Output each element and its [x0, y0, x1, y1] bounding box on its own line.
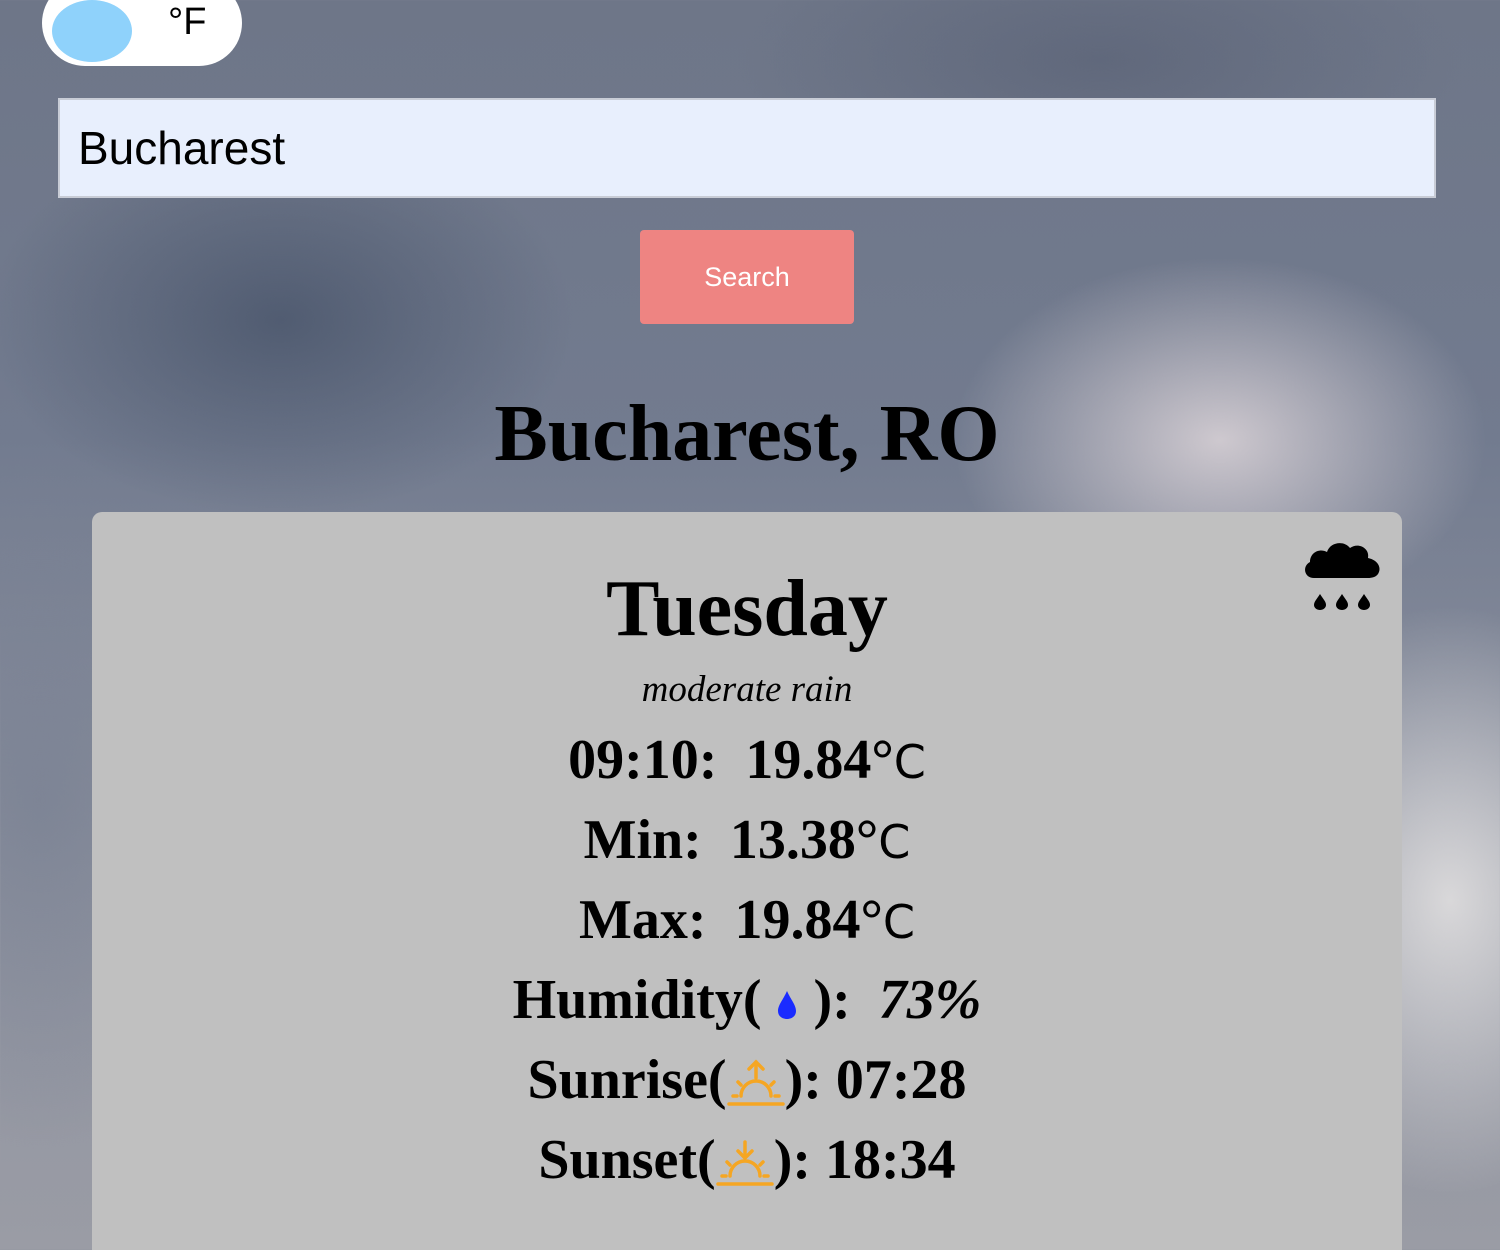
sunset-label-open: Sunset(: [538, 1129, 716, 1191]
humidity-value: 73%: [878, 969, 982, 1031]
humidity-label-close: ):: [813, 969, 851, 1031]
max-temp-unit: C: [882, 895, 916, 949]
location-title: Bucharest, RO: [494, 390, 1000, 478]
sunrise-row: Sunrise(): 07:28: [92, 1047, 1402, 1113]
toggle-knob[interactable]: [52, 0, 132, 62]
sunset-time: 18:34: [825, 1129, 956, 1191]
min-temp: 13.38°: [729, 809, 879, 871]
current-temp-unit: C: [893, 735, 926, 789]
weather-description: moderate rain: [641, 669, 853, 710]
humidity-label-open: Humidity(: [512, 969, 762, 1031]
unit-toggle-label: °F: [168, 1, 207, 43]
max-label: Max:: [578, 889, 707, 951]
day-name: Tuesday: [606, 565, 888, 653]
sunrise-label-close: ):: [784, 1049, 822, 1111]
max-temp-row: Max: 19.84°C: [92, 887, 1402, 955]
search-button[interactable]: Search: [640, 230, 854, 324]
sunset-label-close: ):: [773, 1129, 812, 1191]
sunrise-time: 07:28: [835, 1049, 967, 1111]
min-label: Min:: [583, 809, 702, 871]
min-temp-row: Min: 13.38°C: [92, 807, 1402, 875]
sunrise-icon: [726, 1059, 785, 1106]
max-temp: 19.84°: [734, 889, 883, 951]
current-time: 09:10:: [568, 729, 718, 791]
current-temp-row: 09:10: 19.84°C: [92, 727, 1402, 795]
sunset-icon: [715, 1140, 774, 1186]
current-temp: 19.84°: [745, 729, 894, 791]
droplet-icon: [778, 991, 797, 1020]
city-search-input[interactable]: [58, 98, 1436, 198]
min-temp-unit: C: [878, 815, 911, 869]
unit-toggle[interactable]: °F: [42, 0, 242, 66]
humidity-row: Humidity( ): 73%: [92, 967, 1402, 1033]
sunset-row: Sunset(): 18:34: [92, 1127, 1402, 1193]
sunrise-label-open: Sunrise(: [527, 1049, 727, 1111]
weather-card: Tuesday moderate rain 09:10: 19.84°C Min…: [92, 512, 1402, 1250]
